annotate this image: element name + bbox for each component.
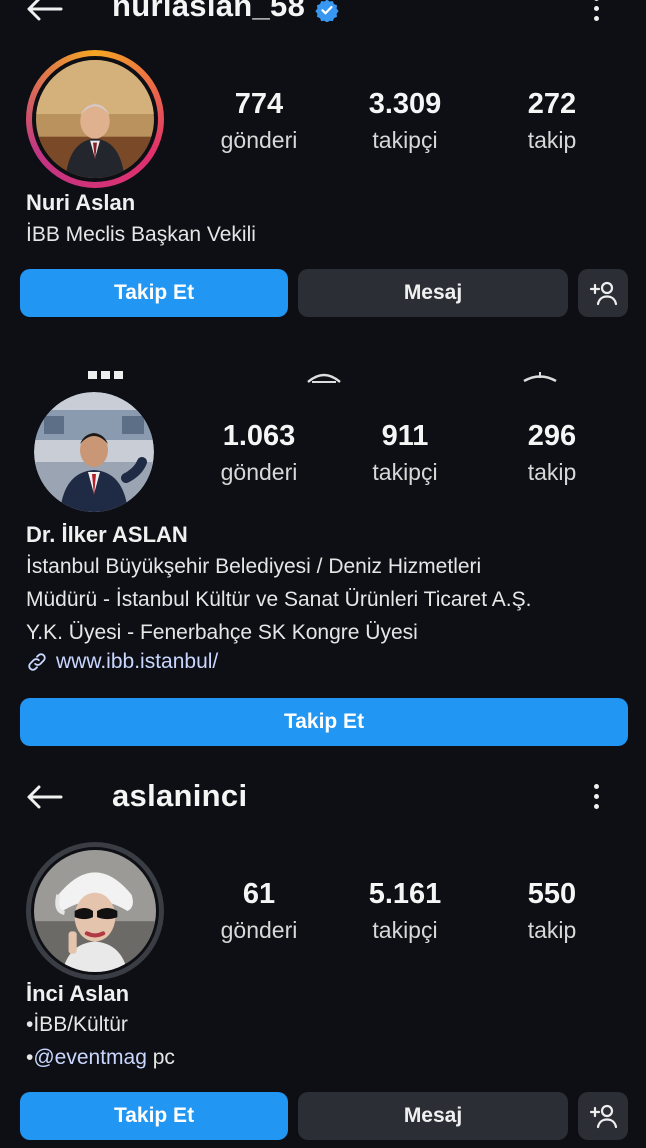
- profile-2-bio-line: İstanbul Büyükşehir Belediyesi / Deniz H…: [26, 555, 482, 578]
- stat-label: takip: [527, 459, 577, 485]
- stat-label: gönderi: [220, 459, 298, 485]
- profile-1-username: nuriaslan_58: [112, 0, 339, 24]
- stat-value: 61: [242, 878, 276, 910]
- profile-1-follow-button[interactable]: Takip Et: [20, 269, 288, 317]
- profile-2-avatar[interactable]: [34, 392, 154, 512]
- stat-value: 296: [527, 420, 577, 452]
- add-user-icon: [589, 1104, 618, 1129]
- profile-1-bio-line: İBB Meclis Başkan Vekili: [26, 223, 256, 246]
- stat-label: takip: [527, 917, 577, 943]
- cropped-icon: [523, 372, 557, 383]
- profile-2-photo: [34, 392, 154, 512]
- profile-2-stat-posts[interactable]: 1.063 gönderi: [204, 420, 314, 486]
- stat-value: 550: [527, 878, 577, 910]
- profile-1-stat-following[interactable]: 272 takip: [497, 88, 607, 154]
- profile-3-follow-button[interactable]: Takip Et: [20, 1092, 288, 1140]
- more-options-icon[interactable]: [590, 784, 602, 809]
- profile-3-bio-line: •İBB/Kültür: [26, 1013, 128, 1036]
- mention-suffix: pc: [146, 1046, 175, 1069]
- verified-badge-icon: [315, 0, 339, 23]
- profile-3-photo: [34, 850, 156, 972]
- profile-1-avatar[interactable]: [26, 50, 164, 188]
- profile-3-message-button[interactable]: Mesaj: [298, 1092, 568, 1140]
- profile-3-bio-mention-line: •@eventmag pc: [26, 1046, 175, 1069]
- stat-value: 1.063: [222, 420, 296, 452]
- profile-3-stat-following[interactable]: 550 takip: [497, 878, 607, 944]
- stat-label: takipçi: [372, 917, 438, 943]
- stat-value: 774: [234, 88, 284, 120]
- website-link-text: www.ibb.istanbul/: [56, 650, 219, 673]
- stat-label: takipçi: [372, 127, 438, 153]
- cropped-icon: [307, 373, 341, 383]
- profile-2-bio-line: Y.K. Üyesi - Fenerbahçe SK Kongre Üyesi: [26, 621, 418, 644]
- username-text: aslaninci: [112, 778, 248, 813]
- profile-3-add-user-button[interactable]: [578, 1092, 628, 1140]
- more-options-icon[interactable]: [590, 0, 602, 21]
- link-icon: [28, 653, 46, 671]
- username-text: nuriaslan_58: [112, 0, 306, 23]
- profile-2-stat-following[interactable]: 296 takip: [497, 420, 607, 486]
- stat-label: takip: [527, 127, 577, 153]
- profile-2-follow-button[interactable]: Takip Et: [20, 698, 628, 746]
- profile-1-display-name: Nuri Aslan: [26, 190, 136, 215]
- profile-1-add-user-button[interactable]: [578, 269, 628, 317]
- stat-label: gönderi: [220, 127, 298, 153]
- message-button-label: Mesaj: [403, 281, 463, 304]
- profile-3-display-name: İnci Aslan: [26, 981, 130, 1006]
- stat-label: takipçi: [372, 459, 438, 485]
- profile-1-message-button[interactable]: Mesaj: [298, 269, 568, 317]
- stat-label: gönderi: [220, 917, 298, 943]
- add-user-icon: [589, 281, 618, 306]
- profile-3-avatar[interactable]: [26, 842, 164, 980]
- follow-button-label: Takip Et: [113, 281, 195, 304]
- stat-value: 5.161: [368, 878, 442, 910]
- profile-3-username: aslaninci: [112, 778, 247, 814]
- profile-1-stat-posts[interactable]: 774 gönderi: [204, 88, 314, 154]
- stat-value: 911: [381, 420, 429, 452]
- profile-1-stat-followers[interactable]: 3.309 takipçi: [350, 88, 460, 154]
- mention-link[interactable]: @eventmag: [33, 1046, 147, 1069]
- profile-2-display-name: Dr. İlker ASLAN: [26, 522, 188, 547]
- back-arrow-icon[interactable]: [24, 0, 64, 24]
- stat-value: 272: [527, 88, 577, 120]
- profile-3-stat-posts[interactable]: 61 gönderi: [204, 878, 314, 944]
- profile-2-bio-line: Müdürü - İstanbul Kültür ve Sanat Ürünle…: [26, 588, 532, 611]
- follow-button-label: Takip Et: [283, 710, 365, 733]
- follow-button-label: Takip Et: [113, 1104, 195, 1127]
- profile-2-more-indicator: [88, 371, 124, 381]
- profile-3-stat-followers[interactable]: 5.161 takipçi: [350, 878, 460, 944]
- profile-1-header: nuriaslan_58: [0, 0, 646, 38]
- stat-value: 3.309: [368, 88, 442, 120]
- profile-2-website-link[interactable]: www.ibb.istanbul/: [26, 650, 218, 674]
- message-button-label: Mesaj: [403, 1104, 463, 1127]
- back-arrow-icon[interactable]: [24, 782, 64, 812]
- profile-2-stat-followers[interactable]: 911 takipçi: [350, 420, 460, 486]
- profile-1-photo: [36, 60, 154, 178]
